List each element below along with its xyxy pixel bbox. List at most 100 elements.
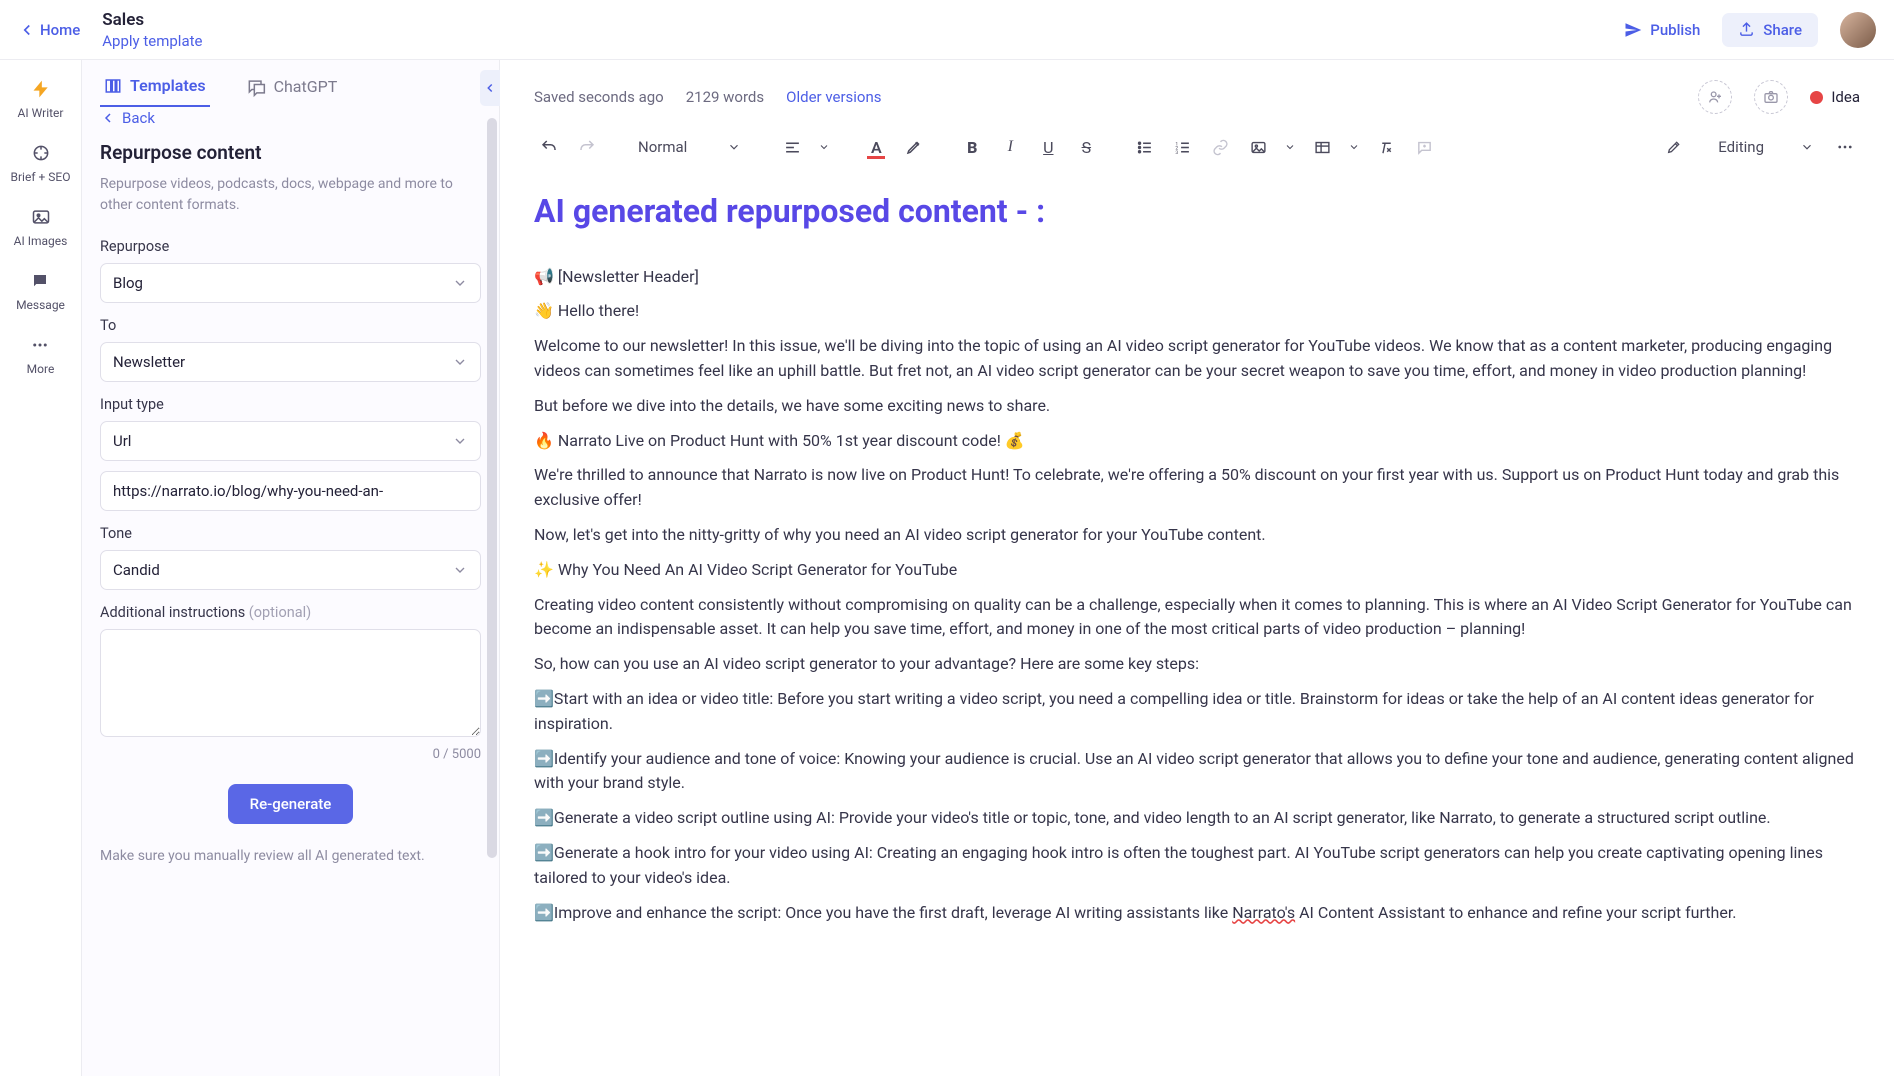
status-selector[interactable]: Idea xyxy=(1810,88,1860,106)
italic-button[interactable]: I xyxy=(995,132,1025,162)
chatgpt-icon xyxy=(246,77,266,97)
bullet-list-button[interactable] xyxy=(1129,132,1159,162)
paragraph: So, how can you use an AI video script g… xyxy=(534,652,1860,677)
undo-icon xyxy=(540,138,558,156)
editor-status-bar: Saved seconds ago 2129 words Older versi… xyxy=(500,60,1894,122)
sidebar: Templates ChatGPT Back Repurpose content… xyxy=(82,60,500,1076)
image-dropdown[interactable] xyxy=(1281,132,1299,162)
word-count: 2129 words xyxy=(686,88,764,106)
dots-icon xyxy=(29,334,51,356)
image-button[interactable] xyxy=(1243,132,1273,162)
paragraph: 🔥 Narrato Live on Product Hunt with 50% … xyxy=(534,429,1860,454)
share-button[interactable]: Share xyxy=(1722,13,1818,47)
align-button[interactable] xyxy=(777,132,807,162)
numbered-list-button[interactable]: 123 xyxy=(1167,132,1197,162)
underline-button[interactable]: U xyxy=(1033,132,1063,162)
collapse-sidebar-button[interactable] xyxy=(480,70,500,106)
share-label: Share xyxy=(1763,21,1802,39)
panel-description: Repurpose videos, podcasts, docs, webpag… xyxy=(100,174,481,216)
select-to[interactable]: Newsletter xyxy=(100,342,481,382)
label-additional: Additional instructions (optional) xyxy=(100,604,481,621)
back-label: Back xyxy=(122,109,155,127)
status-label: Idea xyxy=(1831,88,1860,106)
underline-icon: U xyxy=(1043,138,1053,157)
select-input-type-value: Url xyxy=(113,432,131,450)
tab-chatgpt[interactable]: ChatGPT xyxy=(242,66,342,107)
upload-icon xyxy=(1738,21,1755,38)
chevron-down-icon xyxy=(452,275,468,291)
block-type-value: Normal xyxy=(638,138,687,156)
more-toolbar-button[interactable] xyxy=(1830,132,1860,162)
highlighter-icon xyxy=(905,138,923,156)
clear-format-button[interactable] xyxy=(1371,132,1401,162)
paragraph: We're thrilled to announce that Narrato … xyxy=(534,463,1860,513)
nav-ai-writer[interactable]: AI Writer xyxy=(18,78,64,120)
avatar[interactable] xyxy=(1840,12,1876,48)
table-dropdown[interactable] xyxy=(1345,132,1363,162)
redo-button[interactable] xyxy=(572,132,602,162)
highlight-button[interactable] xyxy=(899,132,929,162)
label-tone: Tone xyxy=(100,525,481,542)
editor: Saved seconds ago 2129 words Older versi… xyxy=(500,60,1894,1076)
editing-mode-value: Editing xyxy=(1718,138,1764,156)
link-button[interactable] xyxy=(1205,132,1235,162)
chevron-left-icon xyxy=(18,21,36,39)
nav-ai-images-label: AI Images xyxy=(14,234,68,248)
top-header: Home Sales Apply template Publish Share xyxy=(0,0,1894,60)
undo-button[interactable] xyxy=(534,132,564,162)
tab-chatgpt-label: ChatGPT xyxy=(274,77,338,96)
label-to: To xyxy=(100,317,481,334)
user-plus-icon xyxy=(1707,89,1723,105)
comment-button[interactable] xyxy=(1409,132,1439,162)
text-a-icon: A xyxy=(871,138,882,157)
chevron-down-icon xyxy=(818,141,830,153)
lightning-icon xyxy=(30,78,52,100)
label-input-type: Input type xyxy=(100,396,481,413)
paragraph: ➡️Improve and enhance the script: Once y… xyxy=(534,901,1860,926)
attach-button[interactable] xyxy=(1754,80,1788,114)
regenerate-button[interactable]: Re-generate xyxy=(228,784,354,824)
text-color-button[interactable]: A xyxy=(861,132,891,162)
select-tone[interactable]: Candid xyxy=(100,550,481,590)
char-counter: 0 / 5000 xyxy=(100,747,481,762)
align-dropdown[interactable] xyxy=(815,132,833,162)
table-button[interactable] xyxy=(1307,132,1337,162)
vertical-nav: AI Writer Brief + SEO AI Images Message … xyxy=(0,60,82,1076)
block-type-selector[interactable]: Normal xyxy=(630,138,749,156)
chevron-down-icon xyxy=(727,140,741,154)
svg-text:3: 3 xyxy=(1175,149,1178,155)
strikethrough-button[interactable]: S xyxy=(1071,132,1101,162)
nav-brief-seo[interactable]: Brief + SEO xyxy=(11,142,71,184)
document-title: AI generated repurposed content - : xyxy=(534,187,1860,237)
nav-message-label: Message xyxy=(16,298,65,312)
sidebar-scrollbar[interactable] xyxy=(485,110,499,1076)
input-url[interactable] xyxy=(100,471,481,511)
chevron-down-icon xyxy=(1348,141,1360,153)
add-collaborator-button[interactable] xyxy=(1698,80,1732,114)
nav-more[interactable]: More xyxy=(27,334,55,376)
misspelled-word: Narrato's xyxy=(1232,903,1295,922)
tab-templates[interactable]: Templates xyxy=(100,66,210,107)
select-input-type[interactable]: Url xyxy=(100,421,481,461)
clear-format-icon xyxy=(1378,139,1395,156)
editing-mode-selector[interactable]: Editing xyxy=(1658,138,1822,156)
bold-button[interactable]: B xyxy=(957,132,987,162)
pencil-icon xyxy=(1666,139,1682,155)
back-link[interactable]: Back xyxy=(82,107,499,137)
nav-ai-images[interactable]: AI Images xyxy=(14,206,68,248)
older-versions-link[interactable]: Older versions xyxy=(786,88,881,106)
nav-message[interactable]: Message xyxy=(16,270,65,312)
paragraph: ➡️Identify your audience and tone of voi… xyxy=(534,747,1860,797)
textarea-additional[interactable] xyxy=(100,629,481,737)
home-link[interactable]: Home xyxy=(18,21,80,39)
editor-content[interactable]: AI generated repurposed content - : 📢 [N… xyxy=(500,173,1894,1076)
tab-templates-label: Templates xyxy=(130,76,206,95)
apply-template-link[interactable]: Apply template xyxy=(102,32,202,50)
link-icon xyxy=(1212,139,1229,156)
nav-ai-writer-label: AI Writer xyxy=(18,106,64,120)
target-icon xyxy=(30,142,52,164)
publish-button[interactable]: Publish xyxy=(1624,21,1700,39)
label-repurpose: Repurpose xyxy=(100,238,481,255)
select-repurpose[interactable]: Blog xyxy=(100,263,481,303)
review-note: Make sure you manually review all AI gen… xyxy=(100,846,481,867)
